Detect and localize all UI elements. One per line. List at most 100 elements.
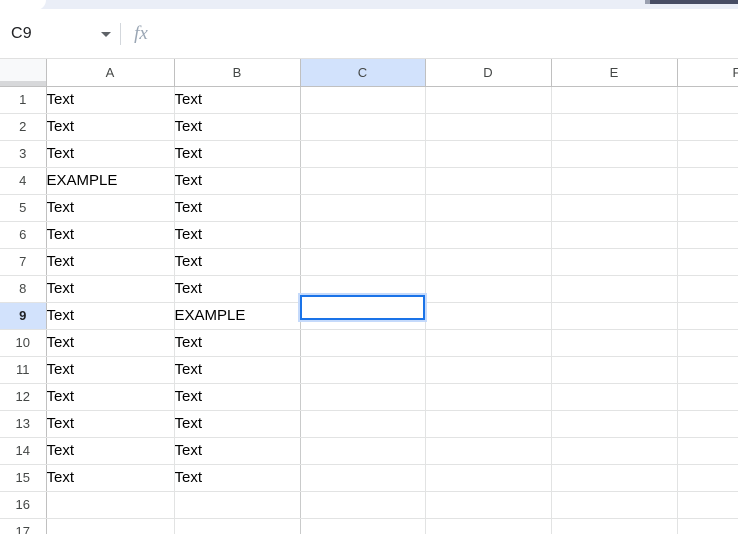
cell-C5[interactable] (300, 194, 426, 222)
cell-A15[interactable]: Text (46, 464, 175, 492)
cell-F9[interactable] (677, 302, 738, 330)
row-header-1[interactable]: 1 (0, 86, 47, 114)
column-header-c[interactable]: C (300, 59, 426, 87)
chevron-down-icon[interactable] (101, 31, 111, 37)
cell-F1[interactable] (677, 86, 738, 114)
cell-A8[interactable]: Text (46, 275, 175, 303)
cell-C1[interactable] (300, 86, 426, 114)
row-header-16[interactable]: 16 (0, 491, 47, 519)
row-header-12[interactable]: 12 (0, 383, 47, 411)
cell-D13[interactable] (425, 410, 552, 438)
cell-D3[interactable] (425, 140, 552, 168)
cell-D16[interactable] (425, 491, 552, 519)
cell-F8[interactable] (677, 275, 738, 303)
cell-B16[interactable] (174, 491, 301, 519)
cell-A4[interactable]: EXAMPLE (46, 167, 175, 195)
cell-A1[interactable]: Text (46, 86, 175, 114)
cell-F13[interactable] (677, 410, 738, 438)
row-header-7[interactable]: 7 (0, 248, 47, 276)
row-header-2[interactable]: 2 (0, 113, 47, 141)
cell-E2[interactable] (551, 113, 678, 141)
cell-A17[interactable] (46, 518, 175, 534)
cell-A14[interactable]: Text (46, 437, 175, 465)
cell-E13[interactable] (551, 410, 678, 438)
row-header-14[interactable]: 14 (0, 437, 47, 465)
cell-E10[interactable] (551, 329, 678, 357)
column-header-b[interactable]: B (174, 59, 301, 87)
cell-F3[interactable] (677, 140, 738, 168)
cell-E7[interactable] (551, 248, 678, 276)
cell-C4[interactable] (300, 167, 426, 195)
cell-D5[interactable] (425, 194, 552, 222)
cell-E15[interactable] (551, 464, 678, 492)
fx-icon[interactable]: fx (121, 23, 161, 45)
cell-D1[interactable] (425, 86, 552, 114)
cell-A3[interactable]: Text (46, 140, 175, 168)
cell-E12[interactable] (551, 383, 678, 411)
cell-C8[interactable] (300, 275, 426, 303)
cell-B7[interactable]: Text (174, 248, 301, 276)
cell-B12[interactable]: Text (174, 383, 301, 411)
cell-C10[interactable] (300, 329, 426, 357)
column-header-d[interactable]: D (425, 59, 552, 87)
cell-E6[interactable] (551, 221, 678, 249)
cell-F4[interactable] (677, 167, 738, 195)
cell-A11[interactable]: Text (46, 356, 175, 384)
cell-B8[interactable]: Text (174, 275, 301, 303)
cell-D10[interactable] (425, 329, 552, 357)
column-header-f[interactable]: F (677, 59, 738, 87)
cell-D12[interactable] (425, 383, 552, 411)
row-header-4[interactable]: 4 (0, 167, 47, 195)
cell-D9[interactable] (425, 302, 552, 330)
cell-D6[interactable] (425, 221, 552, 249)
cell-A12[interactable]: Text (46, 383, 175, 411)
cell-C17[interactable] (300, 518, 426, 534)
cell-B1[interactable]: Text (174, 86, 301, 114)
cell-E8[interactable] (551, 275, 678, 303)
cell-C11[interactable] (300, 356, 426, 384)
cell-A7[interactable]: Text (46, 248, 175, 276)
cell-A2[interactable]: Text (46, 113, 175, 141)
cell-F2[interactable] (677, 113, 738, 141)
cell-E1[interactable] (551, 86, 678, 114)
cell-C15[interactable] (300, 464, 426, 492)
cell-B15[interactable]: Text (174, 464, 301, 492)
row-header-13[interactable]: 13 (0, 410, 47, 438)
row-header-17[interactable]: 17 (0, 518, 47, 534)
cell-A5[interactable]: Text (46, 194, 175, 222)
cell-E3[interactable] (551, 140, 678, 168)
row-header-11[interactable]: 11 (0, 356, 47, 384)
cell-E11[interactable] (551, 356, 678, 384)
row-header-6[interactable]: 6 (0, 221, 47, 249)
cell-D2[interactable] (425, 113, 552, 141)
cell-A6[interactable]: Text (46, 221, 175, 249)
cell-A9[interactable]: Text (46, 302, 175, 330)
cell-C13[interactable] (300, 410, 426, 438)
row-header-9[interactable]: 9 (0, 302, 47, 330)
cell-B4[interactable]: Text (174, 167, 301, 195)
cell-E16[interactable] (551, 491, 678, 519)
cell-F17[interactable] (677, 518, 738, 534)
cell-D8[interactable] (425, 275, 552, 303)
cell-B6[interactable]: Text (174, 221, 301, 249)
cell-B5[interactable]: Text (174, 194, 301, 222)
cell-F5[interactable] (677, 194, 738, 222)
cell-B10[interactable]: Text (174, 329, 301, 357)
cell-E5[interactable] (551, 194, 678, 222)
cell-E17[interactable] (551, 518, 678, 534)
cell-B11[interactable]: Text (174, 356, 301, 384)
cell-C14[interactable] (300, 437, 426, 465)
cell-B9[interactable]: EXAMPLE (174, 302, 301, 330)
vertical-scrollbar-thumb[interactable] (650, 0, 738, 4)
cell-D4[interactable] (425, 167, 552, 195)
cell-D14[interactable] (425, 437, 552, 465)
cell-D11[interactable] (425, 356, 552, 384)
cell-D7[interactable] (425, 248, 552, 276)
formula-input[interactable] (161, 11, 738, 57)
cell-C2[interactable] (300, 113, 426, 141)
cell-C7[interactable] (300, 248, 426, 276)
row-header-5[interactable]: 5 (0, 194, 47, 222)
cell-F16[interactable] (677, 491, 738, 519)
cell-F15[interactable] (677, 464, 738, 492)
cell-A13[interactable]: Text (46, 410, 175, 438)
